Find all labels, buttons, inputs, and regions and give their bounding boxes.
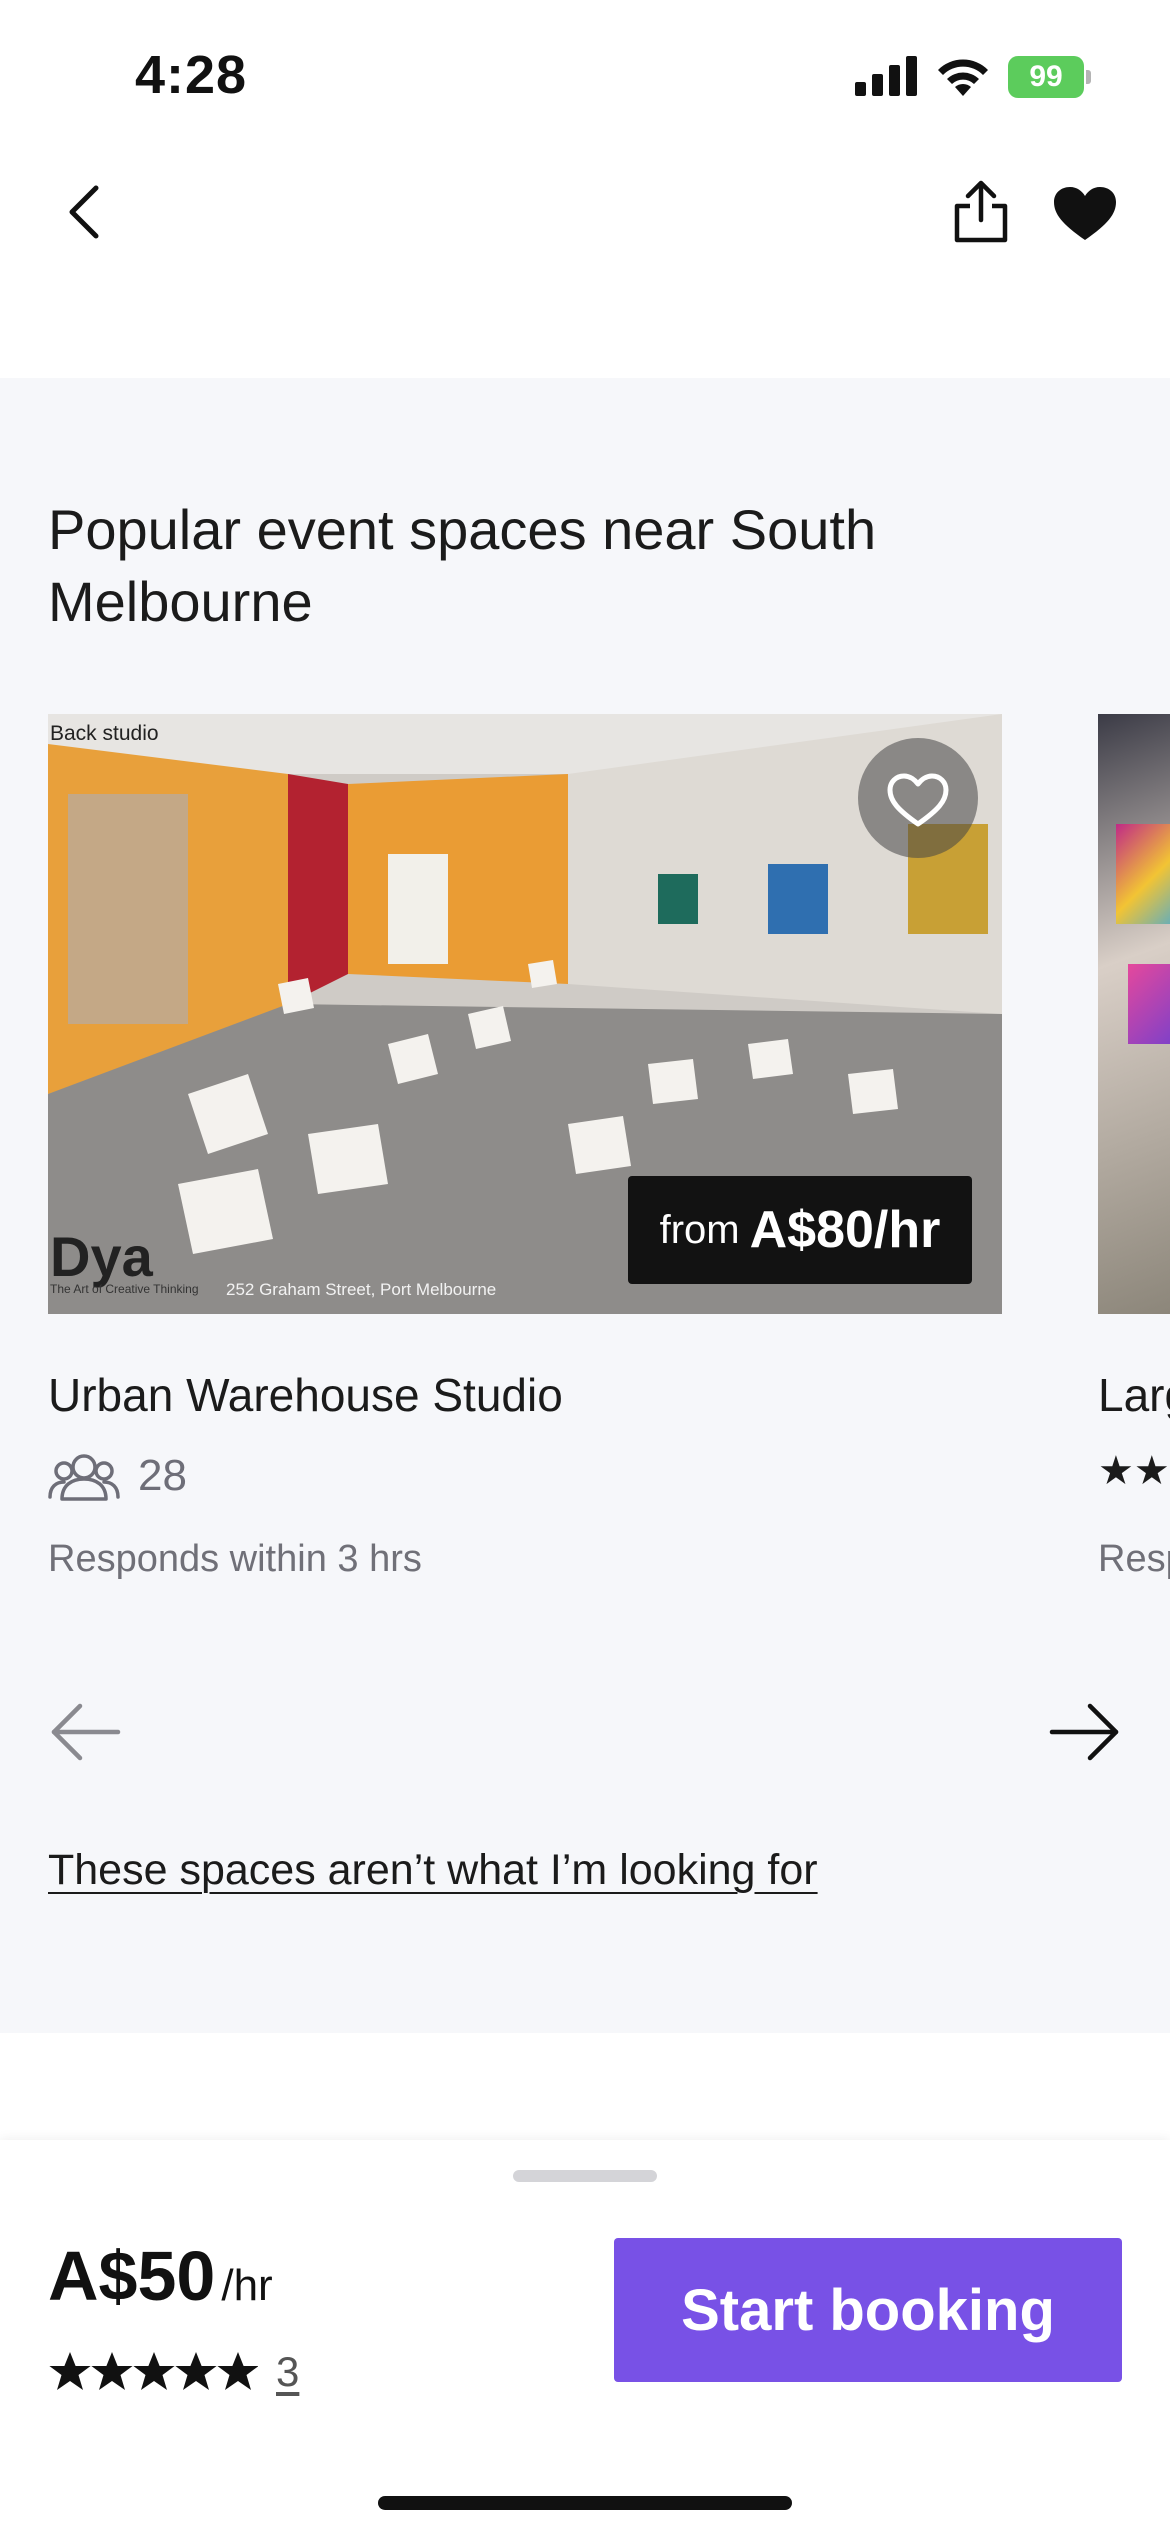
space-photo[interactable]: Back studio Dya The Art of Creative Thin… <box>48 714 1002 1314</box>
section-title: Popular event spaces near South Melbourn… <box>48 498 877 633</box>
favorite-heart-icon[interactable] <box>1052 186 1118 242</box>
popular-spaces-section: Popular event spaces near South Melbourn… <box>0 378 1170 2033</box>
image-tagline: The Art of Creative Thinking <box>50 1282 199 1296</box>
star-rating-icon <box>49 2352 258 2390</box>
sheet-handle[interactable] <box>513 2170 657 2182</box>
price-unit: /hr <box>221 2261 273 2310</box>
status-bar: 4:28 99 <box>0 0 1170 150</box>
battery-level: 99 <box>1008 56 1084 98</box>
arrow-left-icon[interactable] <box>48 1700 122 1764</box>
home-indicator <box>378 2496 792 2510</box>
price-badge: from A$80/hr <box>628 1176 972 1284</box>
space-name-peek: Larg <box>1098 1369 1170 1421</box>
status-time: 4:28 <box>135 45 248 105</box>
image-address: 252 Graham Street, Port Melbourne <box>226 1280 497 1299</box>
save-space-button[interactable] <box>858 738 978 858</box>
heart-outline-icon <box>887 773 949 827</box>
price-prefix: from <box>659 1207 740 1252</box>
price-value: A$80/hr <box>749 1201 941 1259</box>
review-count-link[interactable]: 3 <box>276 2348 299 2396</box>
space-name[interactable]: Urban Warehouse Studio <box>48 1368 1002 1422</box>
image-logo: Dya <box>50 1225 153 1288</box>
price-amount: A$50 <box>48 2237 216 2315</box>
capacity-value: 28 <box>138 1451 187 1500</box>
space-card[interactable]: Back studio Dya The Art of Creative Thin… <box>48 714 1002 1581</box>
response-time-peek: Resp <box>1098 1538 1170 1580</box>
wifi-icon <box>938 59 988 96</box>
booking-price: A$50 /hr <box>48 2236 273 2316</box>
space-card-peek[interactable]: Larg ★★ Resp <box>1098 714 1170 1581</box>
back-chevron-icon[interactable] <box>56 180 116 244</box>
cellular-signal-icon <box>855 56 917 96</box>
start-booking-button[interactable]: Start booking <box>614 2238 1122 2382</box>
not-looking-link[interactable]: These spaces aren’t what I’m looking for <box>48 1846 818 1895</box>
arrow-right-icon[interactable] <box>1048 1700 1122 1764</box>
battery-icon: 99 <box>1008 56 1091 98</box>
space-photo-peek[interactable] <box>1098 714 1170 1314</box>
people-icon <box>48 1454 120 1501</box>
share-icon[interactable] <box>948 178 1014 244</box>
rating-row: 3 <box>48 2348 299 2396</box>
capacity-row: 28 <box>48 1448 1002 1504</box>
booking-bar: A$50 /hr 3 Start booking <box>0 2140 1170 2532</box>
response-time: Responds within 3 hrs <box>48 1538 422 1580</box>
image-watermark-label: Back studio <box>50 722 159 745</box>
rating-stars-peek: ★★ <box>1098 1449 1170 1493</box>
